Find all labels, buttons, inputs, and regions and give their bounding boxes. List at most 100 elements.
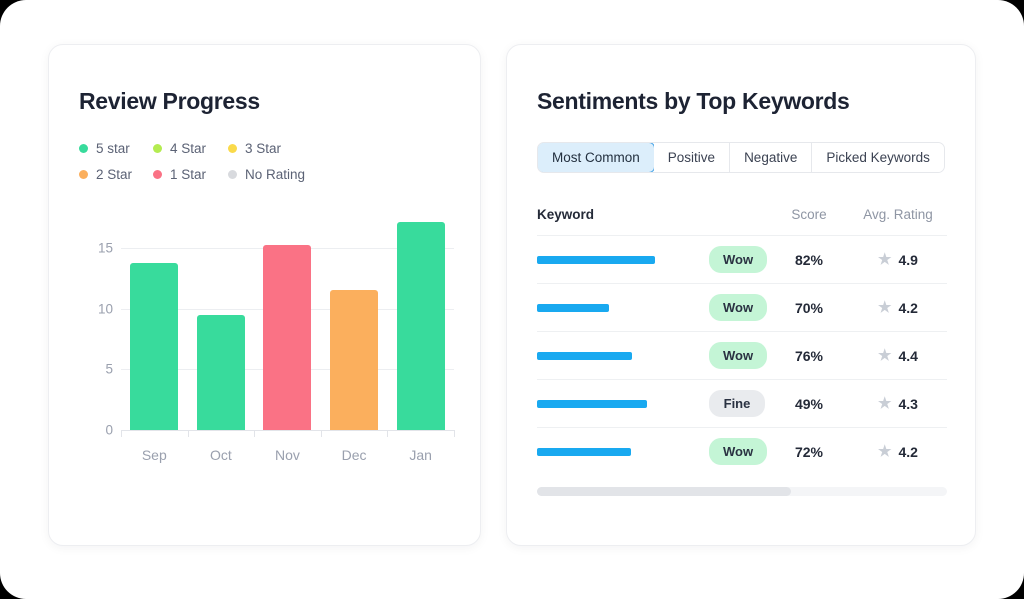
legend-label: No Rating bbox=[245, 167, 306, 182]
horizontal-scrollbar[interactable] bbox=[537, 487, 947, 496]
legend-label: 2 Star bbox=[96, 167, 133, 182]
avg-rating-cell: ★ 4.4 bbox=[849, 348, 947, 364]
chart-y-tick-label: 5 bbox=[105, 361, 113, 377]
legend-dot-icon bbox=[228, 170, 237, 179]
score-value: 70% bbox=[794, 299, 824, 316]
star-icon: ★ bbox=[878, 299, 892, 316]
keyword-progress-bar bbox=[537, 303, 609, 312]
chart-bar-cell bbox=[321, 212, 388, 430]
legend-label: 1 Star bbox=[170, 167, 207, 182]
chart-bars bbox=[121, 212, 454, 430]
sentiments-title: Sentiments by Top Keywords bbox=[537, 88, 850, 114]
score-value: 76% bbox=[794, 347, 824, 364]
status-badge: Wow bbox=[709, 342, 768, 369]
legend-dot-icon bbox=[153, 170, 162, 179]
chart-bar[interactable] bbox=[196, 314, 245, 430]
rating-value: 4.4 bbox=[898, 347, 918, 364]
table-row[interactable]: Fine 49% ★ 4.3 bbox=[537, 379, 947, 427]
page-root: Review Progress 5 star 4 Star 3 Star 2 S… bbox=[0, 0, 1024, 599]
column-header-keyword: Keyword bbox=[537, 207, 595, 222]
table-body: Wow 82% ★ 4.9 Wow 70% ★ 4.2 Wow 76% ★ 4.4 Fine 49% ★ 4.… bbox=[537, 235, 947, 475]
keyword-progress-bar bbox=[537, 399, 647, 408]
chart-bar-cell bbox=[121, 212, 188, 430]
keyword-progress-bar bbox=[537, 447, 631, 456]
legend-item-5-star[interactable]: 5 star bbox=[79, 141, 153, 156]
legend-label: 4 Star bbox=[170, 141, 207, 156]
legend-dot-icon bbox=[79, 170, 88, 179]
chart-y-tick-label: 10 bbox=[97, 301, 113, 317]
chart-bar-cell bbox=[254, 212, 321, 430]
chart-axis-tick bbox=[387, 430, 389, 437]
chart-bar[interactable] bbox=[130, 262, 179, 430]
sentiment-tabs: Most Common Positive Negative Picked Keywor… bbox=[537, 142, 945, 173]
status-badge: Fine bbox=[709, 390, 765, 417]
chart-x-tick-label: Nov bbox=[275, 447, 300, 463]
keyword-progress-bar bbox=[537, 351, 632, 360]
keyword-progress-bar bbox=[537, 255, 655, 264]
score-value: 72% bbox=[794, 443, 824, 460]
chart-x-axis bbox=[121, 430, 454, 431]
chart-axis-tick bbox=[320, 430, 322, 437]
rating-value: 4.3 bbox=[898, 395, 918, 412]
status-badge: Wow bbox=[709, 438, 768, 465]
chart-axis-tick bbox=[187, 430, 189, 437]
dashboard-cards: Review Progress 5 star 4 Star 3 Star 2 S… bbox=[48, 44, 976, 546]
legend-item-4-star[interactable]: 4 Star bbox=[153, 141, 228, 156]
chart-bar[interactable] bbox=[396, 221, 445, 430]
rating-value: 4.9 bbox=[898, 251, 918, 268]
avg-rating-cell: ★ 4.2 bbox=[849, 444, 947, 460]
status-badge: Wow bbox=[709, 246, 768, 273]
score-value: 82% bbox=[794, 251, 824, 268]
tab-negative[interactable]: Negative bbox=[730, 143, 813, 172]
avg-rating-cell: ★ 4.3 bbox=[849, 396, 947, 412]
column-header-avg-rating: Avg. Rating bbox=[863, 207, 933, 222]
table-header-row: Keyword Score Avg. Rating bbox=[537, 207, 947, 235]
star-icon: ★ bbox=[878, 395, 892, 412]
review-progress-bar-chart: Sep Oct Nov Dec Jan 0 5 10 15 bbox=[79, 204, 455, 479]
chart-x-tick-label: Oct bbox=[210, 447, 232, 463]
chart-bar[interactable] bbox=[330, 289, 379, 430]
chart-x-labels: Sep Oct Nov Dec Jan bbox=[121, 447, 454, 463]
star-icon: ★ bbox=[878, 251, 892, 268]
tab-picked-keywords[interactable]: Picked Keywords bbox=[812, 143, 944, 172]
legend-row-top: 5 star 4 Star 3 Star bbox=[79, 141, 339, 156]
legend-item-1-star[interactable]: 1 Star bbox=[153, 167, 228, 182]
status-badge: Wow bbox=[709, 294, 768, 321]
legend-dot-icon bbox=[228, 144, 237, 153]
chart-bar-cell bbox=[188, 212, 255, 430]
legend-item-3-star[interactable]: 3 Star bbox=[228, 141, 318, 156]
keywords-table: Keyword Score Avg. Rating Wow 82% ★ 4.9 Wow 7… bbox=[537, 207, 947, 475]
legend-label: 5 star bbox=[96, 141, 130, 156]
star-icon: ★ bbox=[878, 347, 892, 364]
score-value: 49% bbox=[794, 395, 824, 412]
chart-x-tick-label: Dec bbox=[341, 447, 367, 463]
chart-axis-tick bbox=[254, 430, 256, 437]
legend-item-2-star[interactable]: 2 Star bbox=[79, 167, 153, 182]
chart-legend: 5 star 4 Star 3 Star 2 Star 1 Star No Ra… bbox=[79, 141, 339, 182]
table-row[interactable]: Wow 72% ★ 4.2 bbox=[537, 427, 947, 475]
table-row[interactable]: Wow 70% ★ 4.2 bbox=[537, 283, 947, 331]
chart-y-tick-label: 0 bbox=[105, 422, 113, 438]
column-header-score: Score bbox=[791, 207, 827, 222]
legend-dot-icon bbox=[153, 144, 162, 153]
sentiments-card: Sentiments by Top Keywords Most Common Po… bbox=[506, 44, 976, 546]
legend-label: 3 Star bbox=[245, 141, 282, 156]
tab-most-common[interactable]: Most Common bbox=[537, 143, 655, 172]
chart-x-tick-label: Sep bbox=[141, 447, 167, 463]
review-progress-card: Review Progress 5 star 4 Star 3 Star 2 S… bbox=[48, 44, 481, 546]
chart-y-tick-label: 15 bbox=[97, 240, 113, 256]
avg-rating-cell: ★ 4.9 bbox=[849, 252, 947, 268]
table-row[interactable]: Wow 82% ★ 4.9 bbox=[537, 235, 947, 283]
scrollbar-thumb[interactable] bbox=[537, 487, 792, 496]
star-icon: ★ bbox=[878, 443, 892, 460]
table-row[interactable]: Wow 76% ★ 4.4 bbox=[537, 331, 947, 379]
chart-bar-cell bbox=[387, 212, 454, 430]
legend-item-no-rating[interactable]: No Rating bbox=[228, 167, 318, 182]
rating-value: 4.2 bbox=[898, 443, 918, 460]
chart-axis-tick bbox=[121, 430, 122, 437]
legend-dot-icon bbox=[79, 144, 88, 153]
tab-positive[interactable]: Positive bbox=[653, 143, 731, 172]
chart-bar[interactable] bbox=[263, 244, 312, 430]
chart-x-tick-label: Jan bbox=[409, 447, 432, 463]
review-progress-title: Review Progress bbox=[79, 88, 260, 114]
